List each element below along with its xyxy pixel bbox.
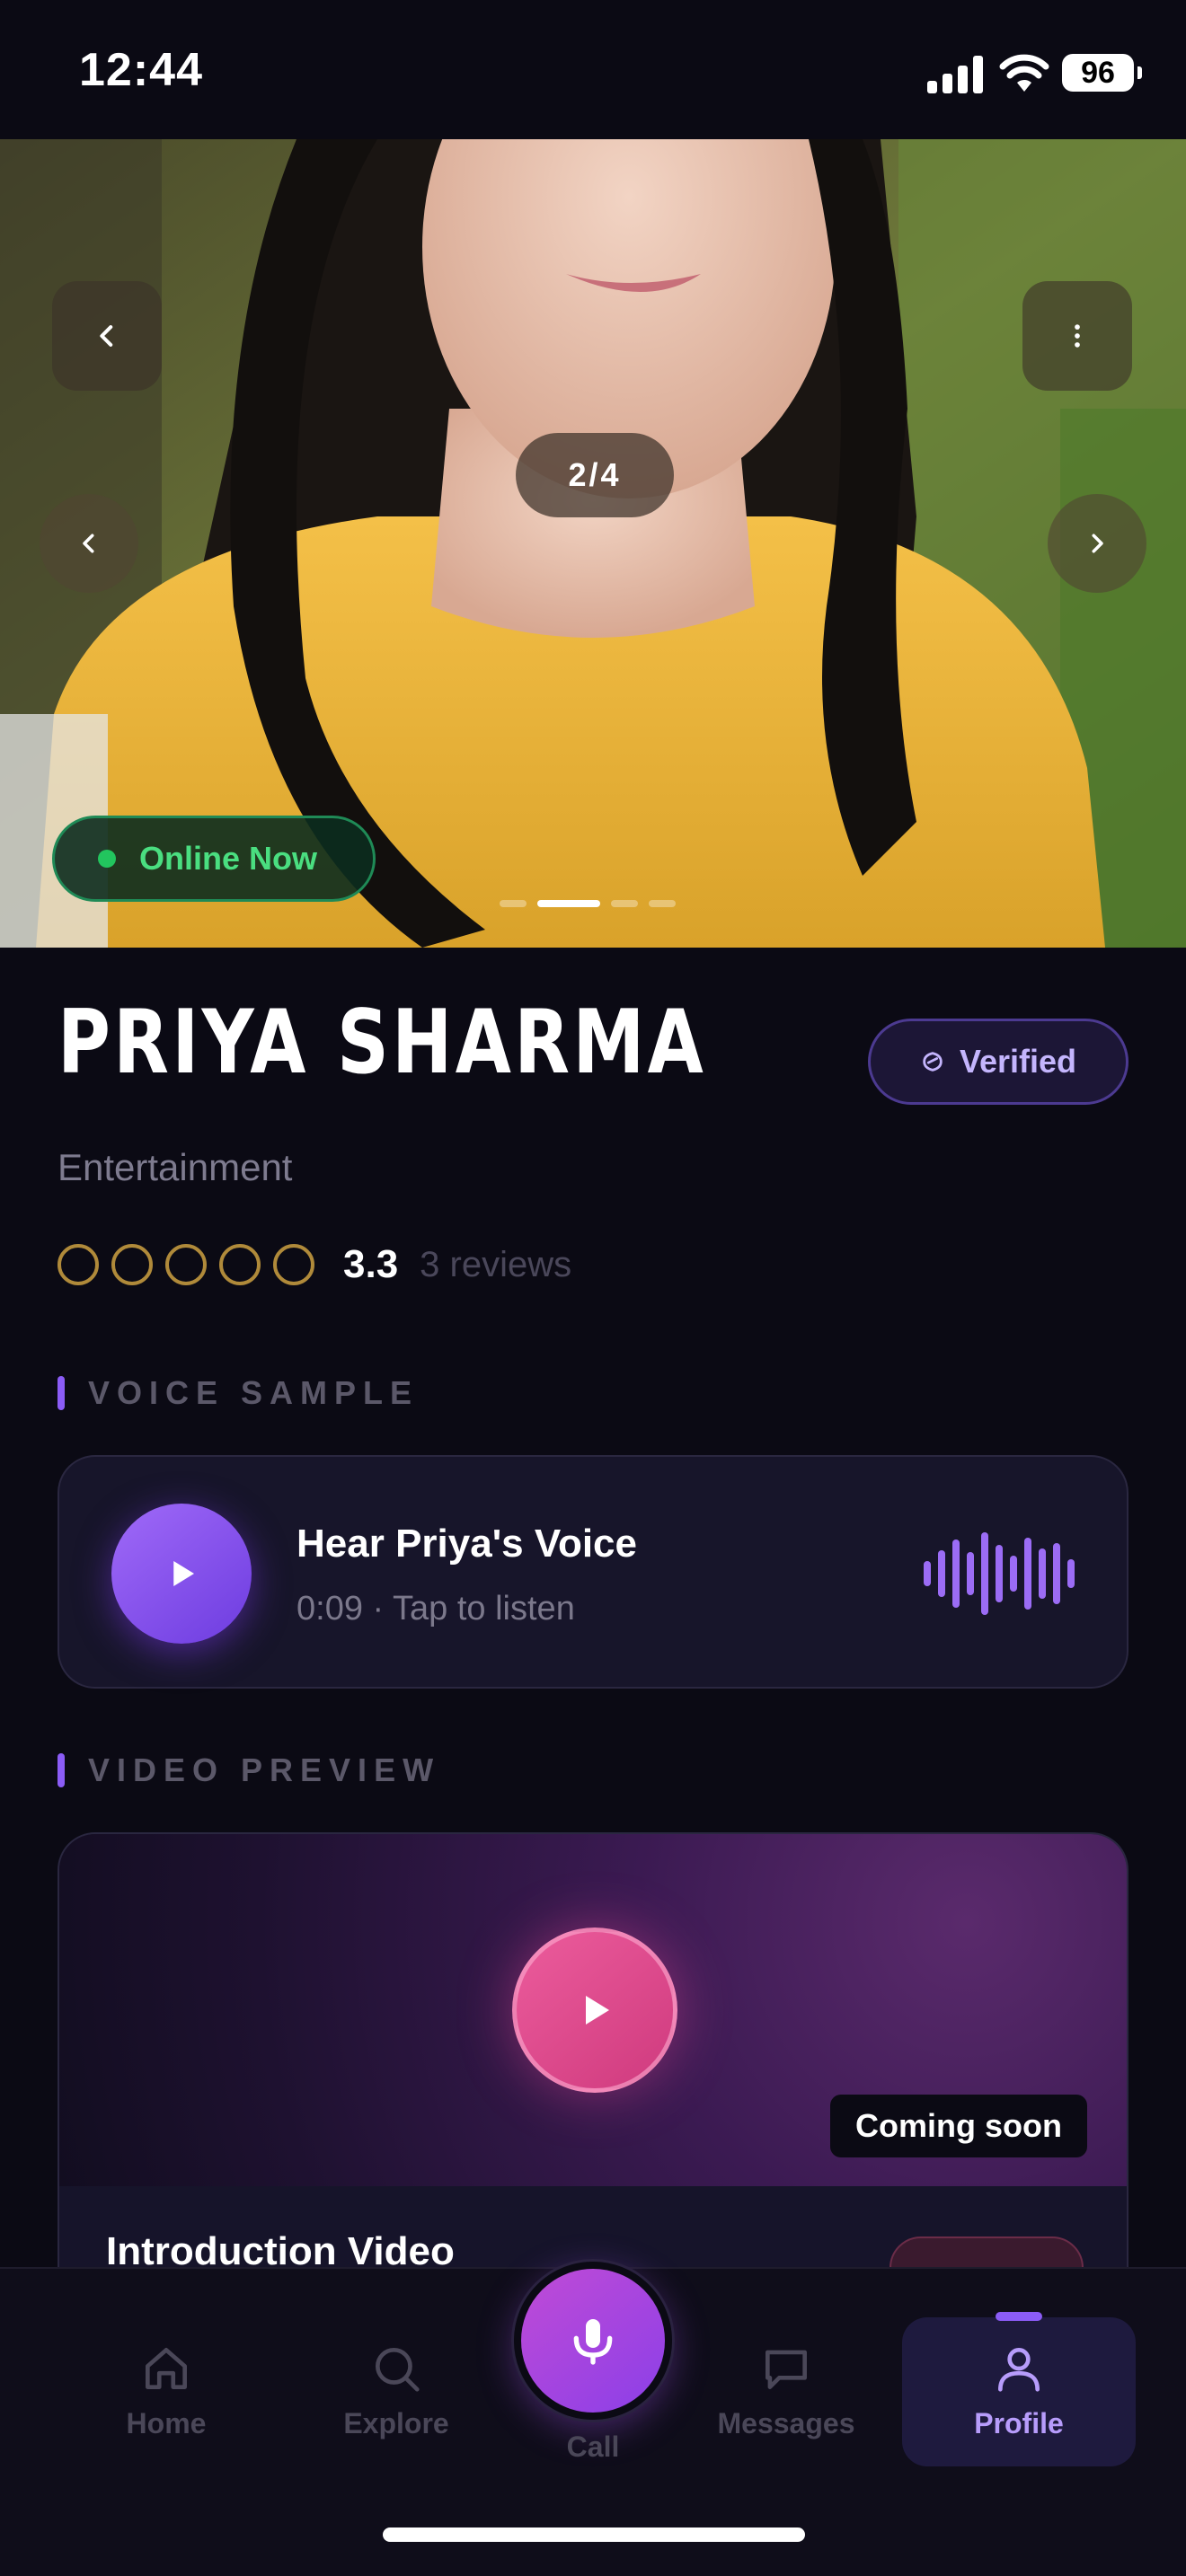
carousel-pagination bbox=[500, 900, 676, 909]
pagination-dot-active[interactable] bbox=[537, 900, 600, 907]
call-label: Call bbox=[566, 2430, 620, 2463]
microphone-icon bbox=[573, 2319, 613, 2365]
chevron-left-icon bbox=[100, 325, 113, 347]
next-photo-button[interactable] bbox=[1048, 494, 1146, 593]
voice-subtitle: 0:09 · Tap to listen bbox=[296, 1590, 575, 1628]
coming-soon-badge: Coming soon bbox=[830, 2095, 1087, 2157]
photo-counter: 2/4 bbox=[516, 433, 674, 517]
voice-sample-card[interactable]: Hear Priya's Voice 0:09 · Tap to listen bbox=[58, 1455, 1128, 1689]
online-dot-icon bbox=[98, 850, 116, 868]
star-icon bbox=[273, 1244, 314, 1285]
video-preview-card[interactable]: Coming soon Introduction Video bbox=[58, 1832, 1128, 2317]
active-indicator bbox=[996, 2312, 1042, 2321]
message-icon bbox=[766, 2350, 807, 2389]
rating-value: 3.3 bbox=[343, 1242, 399, 1286]
verified-label: Verified bbox=[959, 1043, 1077, 1080]
nav-label: Explore bbox=[343, 2407, 449, 2439]
video-play-button[interactable] bbox=[512, 1928, 677, 2093]
chevron-left-icon bbox=[83, 534, 94, 553]
nav-label: Home bbox=[126, 2407, 207, 2439]
section-accent-bar bbox=[58, 1753, 65, 1787]
profile-name: PRIYA SHARMA bbox=[58, 992, 707, 1094]
home-indicator bbox=[383, 2527, 805, 2542]
nav-item-messages[interactable]: Messages bbox=[710, 2341, 863, 2440]
status-bar: 12:44 96 bbox=[0, 0, 1186, 139]
nav-label: Profile bbox=[974, 2407, 1064, 2439]
nav-item-explore[interactable]: Explore bbox=[320, 2341, 473, 2440]
voice-sample-header: VOICE SAMPLE bbox=[58, 1374, 419, 1412]
nav-profile-content: Profile bbox=[943, 2341, 1095, 2440]
nav-item-home[interactable]: Home bbox=[90, 2341, 243, 2440]
previous-photo-button[interactable] bbox=[40, 494, 138, 593]
pagination-dot[interactable] bbox=[649, 900, 676, 907]
star-icon bbox=[58, 1244, 99, 1285]
nav-label: Messages bbox=[717, 2407, 855, 2439]
pagination-dot[interactable] bbox=[500, 900, 527, 907]
voice-title: Hear Priya's Voice bbox=[296, 1522, 637, 1566]
more-options-button[interactable] bbox=[1022, 281, 1132, 391]
video-preview-header: VIDEO PREVIEW bbox=[58, 1751, 440, 1789]
profile-category: Entertainment bbox=[58, 1146, 293, 1188]
search-icon bbox=[376, 2348, 420, 2392]
waveform-icon bbox=[924, 1532, 1075, 1615]
voice-play-button[interactable] bbox=[111, 1504, 252, 1644]
nav-item-profile[interactable]: Profile bbox=[902, 2312, 1136, 2466]
star-icon bbox=[165, 1244, 207, 1285]
wifi-icon bbox=[999, 54, 1049, 92]
call-button[interactable] bbox=[514, 2262, 672, 2420]
play-icon bbox=[173, 1561, 194, 1586]
reviews-count[interactable]: 3 reviews bbox=[420, 1245, 571, 1285]
back-button[interactable] bbox=[52, 281, 162, 391]
play-icon bbox=[586, 1996, 609, 2025]
chevron-right-icon bbox=[1092, 534, 1103, 553]
online-status-label: Online Now bbox=[139, 840, 317, 877]
signal-icon bbox=[927, 56, 985, 93]
battery-indicator: 96 bbox=[1062, 54, 1142, 92]
star-icon bbox=[111, 1244, 153, 1285]
section-label: VOICE SAMPLE bbox=[88, 1374, 420, 1411]
online-status-badge: Online Now bbox=[52, 816, 376, 902]
verified-icon bbox=[923, 1052, 943, 1072]
pagination-dot[interactable] bbox=[611, 900, 638, 907]
home-icon bbox=[146, 2348, 187, 2389]
more-vertical-icon bbox=[1075, 324, 1080, 348]
rating-row: 3.3 3 reviews bbox=[58, 1239, 571, 1290]
user-icon bbox=[998, 2348, 1040, 2392]
section-accent-bar bbox=[58, 1376, 65, 1410]
star-icon bbox=[219, 1244, 261, 1285]
verified-badge: Verified bbox=[868, 1019, 1128, 1105]
status-time: 12:44 bbox=[79, 44, 203, 96]
section-label: VIDEO PREVIEW bbox=[88, 1751, 441, 1788]
